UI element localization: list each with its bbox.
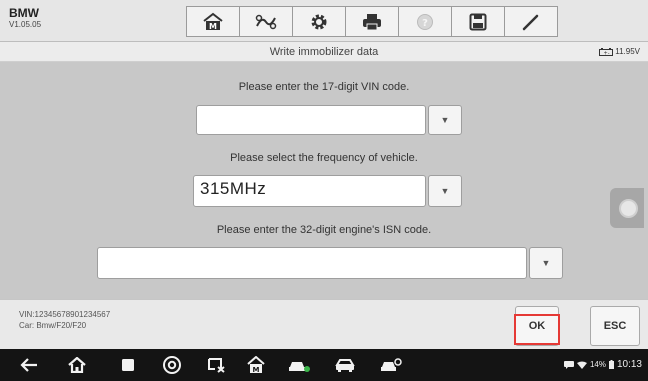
recent-apps-icon [122,359,134,371]
vci-icon [255,14,277,29]
vehicle-settings-button[interactable] [378,355,404,375]
help-button[interactable]: ? [398,6,452,37]
vehicle-button[interactable] [332,355,358,375]
screen-cast-icon [208,358,225,373]
svg-text:+-: +- [604,50,610,56]
car-icon [335,359,355,372]
vin-input[interactable] [196,105,426,135]
chevron-down-icon: ▼ [541,258,551,268]
title-bar: Write immobilizer data +- 11.95V [0,42,648,62]
floating-circle-icon [619,199,638,218]
frequency-prompt: Please select the frequency of vehicle. [230,152,418,164]
wifi-icon [576,361,587,369]
app-header: BMW V1.05.05 M ? [0,0,648,42]
edit-button[interactable] [504,6,558,37]
car-settings-icon [381,358,402,371]
car-vci-icon [289,362,310,372]
frequency-select[interactable]: 315MHz [193,175,426,207]
device-battery-icon [608,360,614,369]
recent-apps-button[interactable] [118,355,138,375]
print-icon [363,13,381,30]
home-m-icon: M [203,12,223,31]
vci-status-button[interactable] [286,355,312,375]
svg-text:M: M [209,22,217,31]
brand-name: BMW [9,6,39,20]
save-icon [469,13,487,30]
isn-input[interactable] [97,247,527,279]
vin-prompt: Please enter the 17-digit VIN code. [238,81,410,93]
frequency-value: 315MHz [200,179,267,198]
battery-icon: +- [599,47,614,56]
brand-version: V1.05.05 [9,20,42,29]
clock: 10:13 [616,359,642,370]
car-text: Car: Bmw/F20/F20 [19,321,87,330]
help-icon: ? [417,13,433,30]
brand: BMW V1.05.05 [9,7,41,29]
chrome-button[interactable] [160,355,184,375]
back-icon [20,358,37,372]
print-button[interactable] [345,6,399,37]
autel-home-button[interactable]: M [244,355,268,375]
battery-percent: 14% [589,360,606,369]
home-icon [68,357,86,373]
home-m-icon: M [247,356,265,374]
android-nav-bar: M 14% 10:13 [0,349,648,381]
vin-text: VIN:12345678901234567 [19,310,111,319]
vin-dropdown-button[interactable]: ▼ [428,105,462,135]
home-button[interactable]: M [186,6,240,37]
chevron-down-icon: ▼ [440,186,450,196]
svg-text:M: M [253,366,260,374]
vehicle-battery: +- 11.95V [599,47,640,56]
status-area: 14% 10:13 [563,359,642,370]
svg-text:?: ? [422,18,428,29]
form-area: Please enter the 17-digit VIN code. ▼ Pl… [0,62,648,299]
esc-button[interactable]: ESC [590,306,640,346]
screen-cast-button[interactable] [205,355,229,375]
ok-highlight-box [514,314,560,345]
settings-button[interactable] [292,6,346,37]
home-nav-button[interactable] [65,355,89,375]
page-title: Write immobilizer data [269,46,379,58]
toolbar: M ? [186,6,558,37]
vehicle-info: VIN:12345678901234567 Car: Bmw/F20/F20 [19,309,110,331]
settings-icon [311,14,327,29]
isn-prompt: Please enter the 32-digit engine's ISN c… [216,224,432,236]
isn-dropdown-button[interactable]: ▼ [529,247,563,279]
chevron-down-icon: ▼ [440,115,450,125]
chrome-icon [163,356,181,374]
battery-voltage: 11.95V [615,47,640,56]
vci-button[interactable] [239,6,293,37]
frequency-dropdown-button[interactable]: ▼ [428,175,462,207]
edit-icon [522,14,539,30]
floating-assistive-button[interactable] [610,188,644,228]
back-button[interactable] [18,355,40,375]
save-button[interactable] [451,6,505,37]
chat-icon [563,360,574,369]
